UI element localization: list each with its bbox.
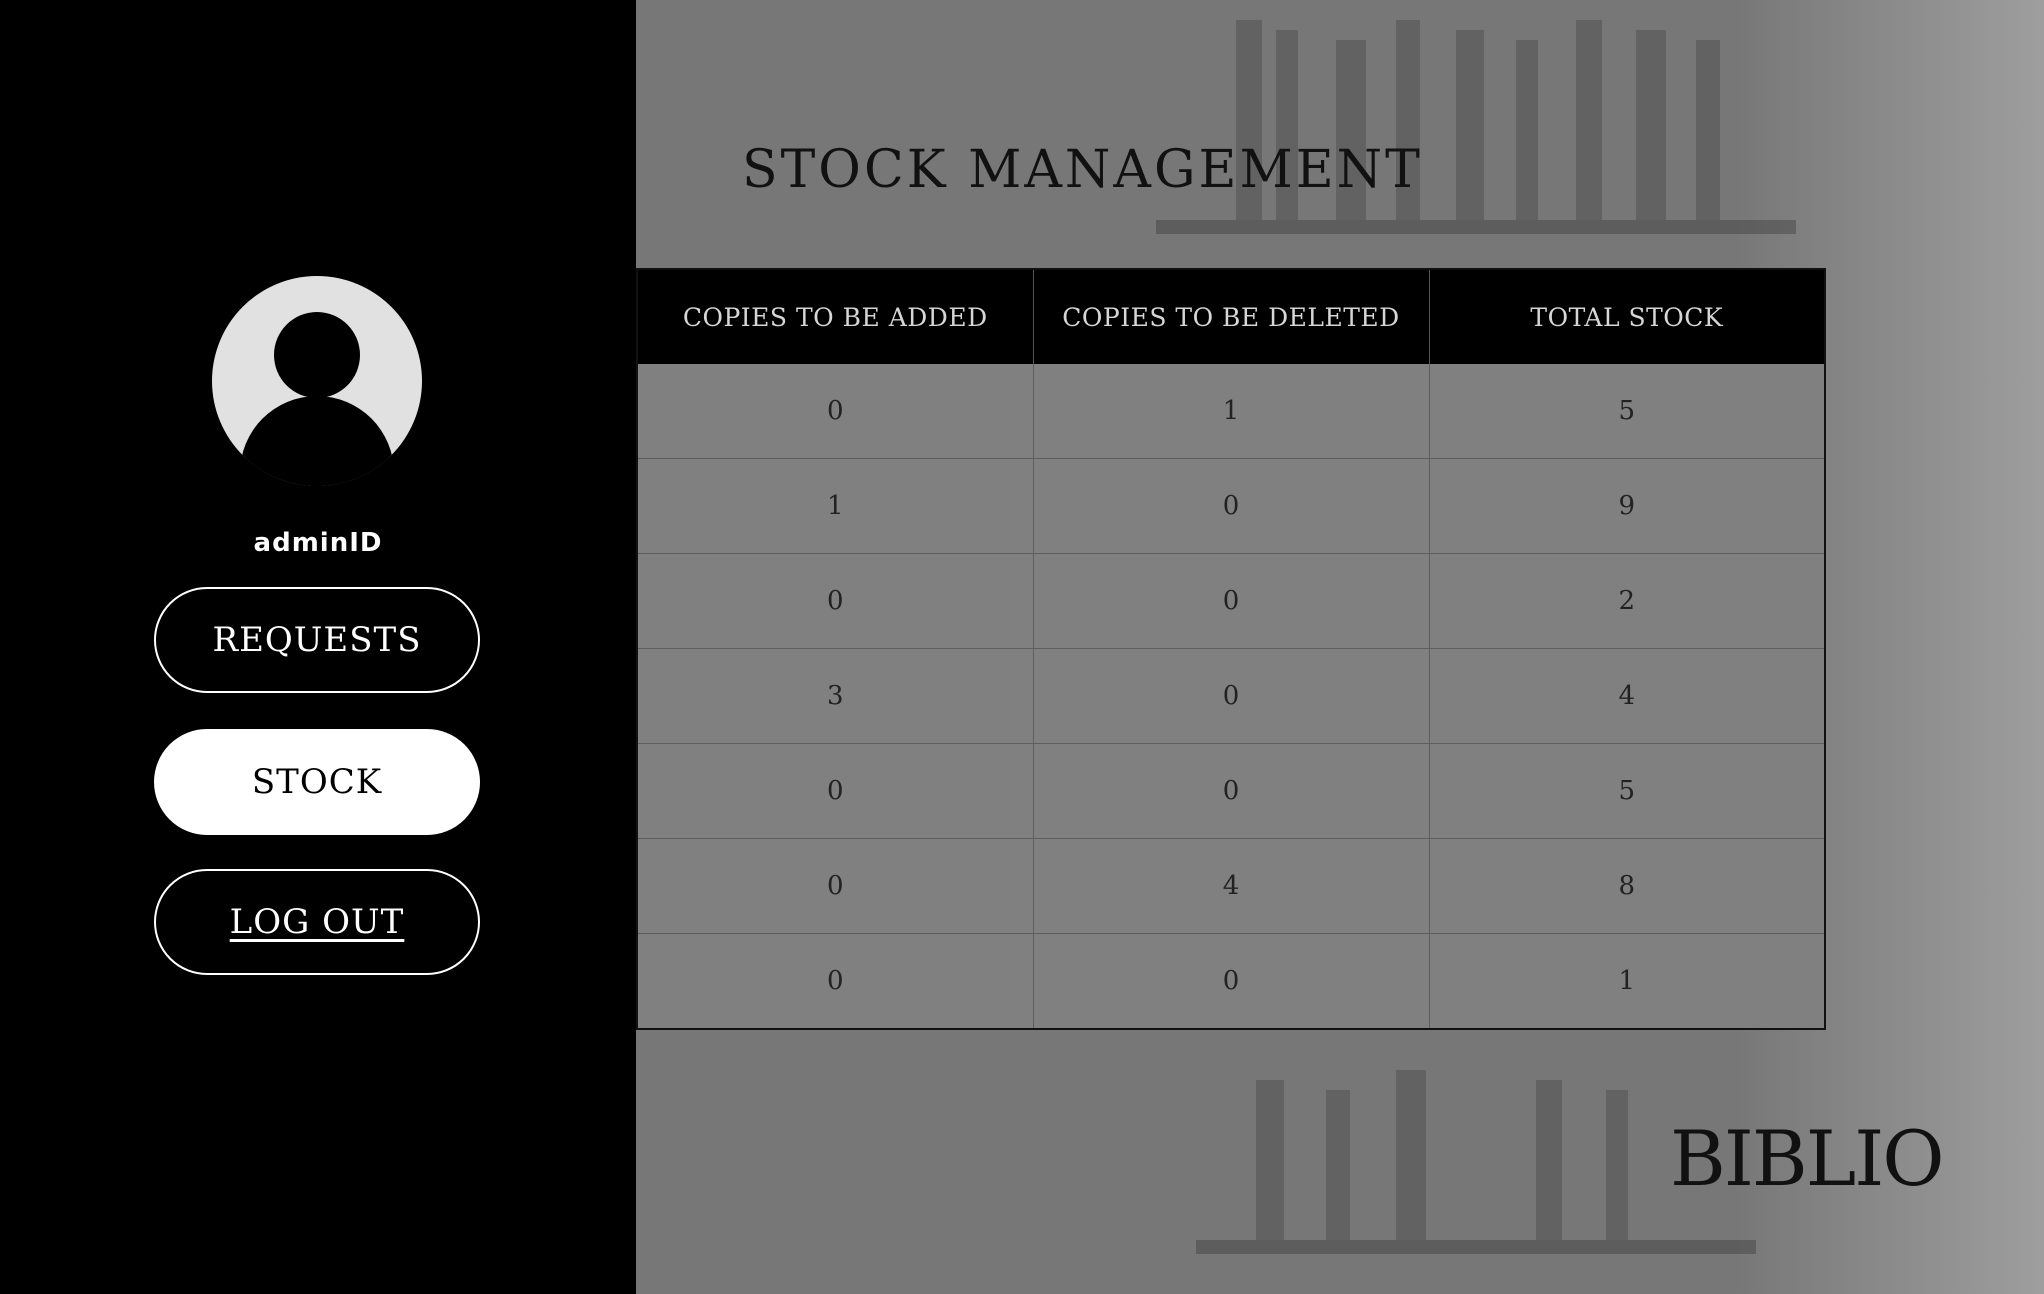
cell-copies-added: 3 <box>637 648 1034 744</box>
cell-total-stock: 1 <box>1618 966 1636 996</box>
logout-button[interactable]: LOG OUT <box>154 869 480 975</box>
table-row: 0 4 8 <box>637 838 1825 934</box>
cell-copies-deleted: 4 <box>1033 838 1430 934</box>
username-label: adminID <box>253 528 383 558</box>
table-row: 0 0 1 <box>637 933 1825 1029</box>
cell-total-stock: 5 <box>1429 743 1825 839</box>
cell-copies-added: 0 <box>637 743 1034 839</box>
cell-copies-deleted: 0 <box>1033 933 1430 1029</box>
cell-copies-added: 0 <box>637 933 1034 1029</box>
stock-button-label: STOCK <box>251 762 383 802</box>
cell-copies-added: 0 <box>637 364 1034 459</box>
logout-button-label: LOG OUT <box>229 902 405 942</box>
column-header-copies-deleted: COPIES TO BE DELETED <box>1033 269 1430 364</box>
cell-total-stock: 4 <box>1429 648 1825 744</box>
sidebar: adminID REQUESTS STOCK LOG OUT <box>0 0 636 1294</box>
requests-button[interactable]: REQUESTS <box>154 587 480 693</box>
table-row: 0 0 5 <box>637 743 1825 839</box>
cell-copies-added: 0 <box>637 838 1034 934</box>
cell-copies-deleted: 0 <box>1033 648 1430 744</box>
cell-copies-deleted: 1 <box>1033 364 1430 459</box>
cell-total-stock: 9 <box>1429 458 1825 554</box>
table-row: 1 0 9 <box>637 458 1825 554</box>
cell-copies-deleted: 0 <box>1033 553 1430 649</box>
main-content: STOCK MANAGEMENT COPIES TO BE ADDED COPI… <box>636 0 2044 1294</box>
cell-total-stock: 2 <box>1429 553 1825 649</box>
stock-table: COPIES TO BE ADDED COPIES TO BE DELETED … <box>636 268 1826 1030</box>
column-header-total-stock: TOTAL STOCK <box>1429 269 1825 364</box>
requests-button-label: REQUESTS <box>212 620 422 660</box>
cell-copies-added: 1 <box>637 458 1034 554</box>
table-row: 3 0 4 <box>637 648 1825 744</box>
cell-copies-deleted: 0 <box>1033 743 1430 839</box>
brand-logo: BIBLIO <box>1670 1114 1945 1203</box>
table-header-row: COPIES TO BE ADDED COPIES TO BE DELETED … <box>637 269 1825 364</box>
page-title: STOCK MANAGEMENT <box>742 140 1423 200</box>
table-row: 0 1 5 <box>637 364 1825 459</box>
cell-copies-added: 0 <box>637 553 1034 649</box>
user-avatar-icon <box>212 276 422 486</box>
stock-button[interactable]: STOCK <box>154 729 480 835</box>
cell-total-stock: 8 <box>1429 838 1825 934</box>
cell-copies-deleted: 0 <box>1033 458 1430 554</box>
column-header-copies-added: COPIES TO BE ADDED <box>637 269 1034 364</box>
cell-total-stock: 5 <box>1429 364 1825 459</box>
table-row: 0 0 2 <box>637 553 1825 649</box>
